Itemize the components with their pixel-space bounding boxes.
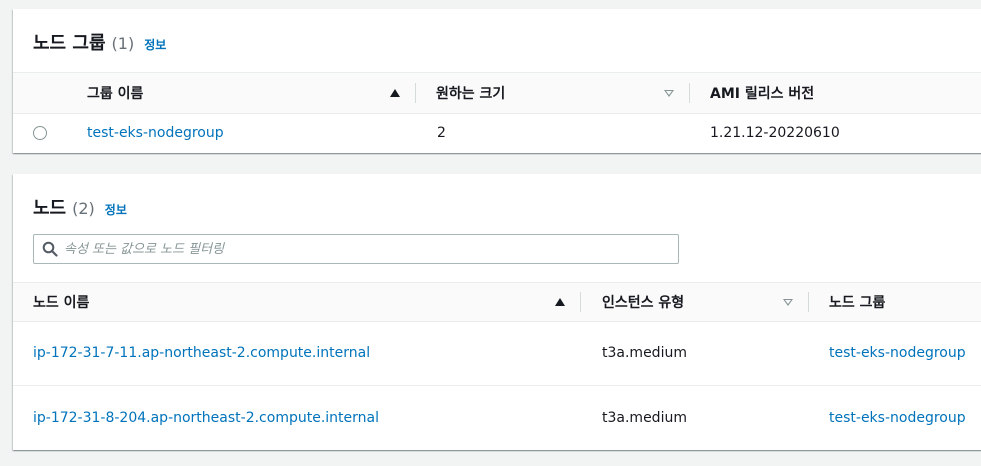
column-header-ami-version[interactable]: AMI 릴리스 버전 — [710, 73, 970, 113]
sort-ascending-icon[interactable] — [555, 283, 567, 321]
column-divider[interactable] — [580, 292, 581, 312]
column-divider[interactable] — [415, 83, 416, 103]
node-name-link[interactable]: ip-172-31-8-204.ap-northeast-2.compute.i… — [33, 410, 379, 426]
table-row[interactable]: ip-172-31-8-204.ap-northeast-2.compute.i… — [13, 386, 981, 450]
table-row[interactable]: test-eks-nodegroup 2 1.21.12-20220610 — [13, 113, 981, 153]
ami-version-value: 1.21.12-20220610 — [710, 125, 840, 141]
node-groups-info-link[interactable]: 정보 — [144, 38, 166, 52]
column-header-node-name[interactable]: 노드 이름 — [33, 283, 553, 321]
desired-size-value: 2 — [437, 125, 446, 141]
nodes-table-header: 노드 이름 인스턴스 유형 노드 그룹 — [13, 282, 981, 322]
sort-icon[interactable] — [783, 283, 795, 321]
node-filter-input[interactable] — [64, 235, 664, 263]
node-groups-panel: 노드 그룹 (1) 정보 그룹 이름 원하는 크기 AMI 릴리스 버전 test-… — [13, 9, 981, 153]
column-header-desired-size[interactable]: 원하는 크기 — [436, 73, 666, 113]
search-icon — [42, 241, 58, 257]
node-group-link[interactable]: test-eks-nodegroup — [829, 410, 966, 426]
node-group-name-link[interactable]: test-eks-nodegroup — [87, 125, 224, 141]
instance-type-value: t3a.medium — [602, 410, 687, 426]
node-groups-header: 노드 그룹 (1) 정보 — [33, 29, 166, 55]
table-row[interactable]: ip-172-31-7-11.ap-northeast-2.compute.in… — [13, 321, 981, 386]
nodes-count: (2) — [72, 199, 95, 218]
node-name-link[interactable]: ip-172-31-7-11.ap-northeast-2.compute.in… — [33, 345, 370, 361]
node-group-link[interactable]: test-eks-nodegroup — [829, 345, 966, 361]
nodes-info-link[interactable]: 정보 — [105, 203, 127, 217]
instance-type-value: t3a.medium — [602, 345, 687, 361]
column-divider[interactable] — [808, 292, 809, 312]
column-header-group-name[interactable]: 그룹 이름 — [87, 73, 407, 113]
node-groups-table-header: 그룹 이름 원하는 크기 AMI 릴리스 버전 — [13, 72, 981, 114]
column-header-instance-type[interactable]: 인스턴스 유형 — [602, 283, 782, 321]
nodes-panel: 노드 (2) 정보 노드 이름 인스턴스 유형 노드 그룹 ip-172-31-7-… — [13, 174, 981, 450]
node-filter-search[interactable] — [33, 234, 679, 264]
column-header-node-group[interactable]: 노드 그룹 — [829, 283, 979, 321]
nodes-title: 노드 — [33, 198, 67, 219]
nodes-header: 노드 (2) 정보 — [33, 194, 127, 220]
sort-icon[interactable] — [664, 73, 676, 113]
column-divider[interactable] — [689, 83, 690, 103]
row-select-radio[interactable] — [33, 113, 47, 153]
node-groups-title: 노드 그룹 — [33, 33, 106, 54]
node-groups-count: (1) — [111, 34, 135, 53]
sort-ascending-icon[interactable] — [390, 73, 402, 113]
